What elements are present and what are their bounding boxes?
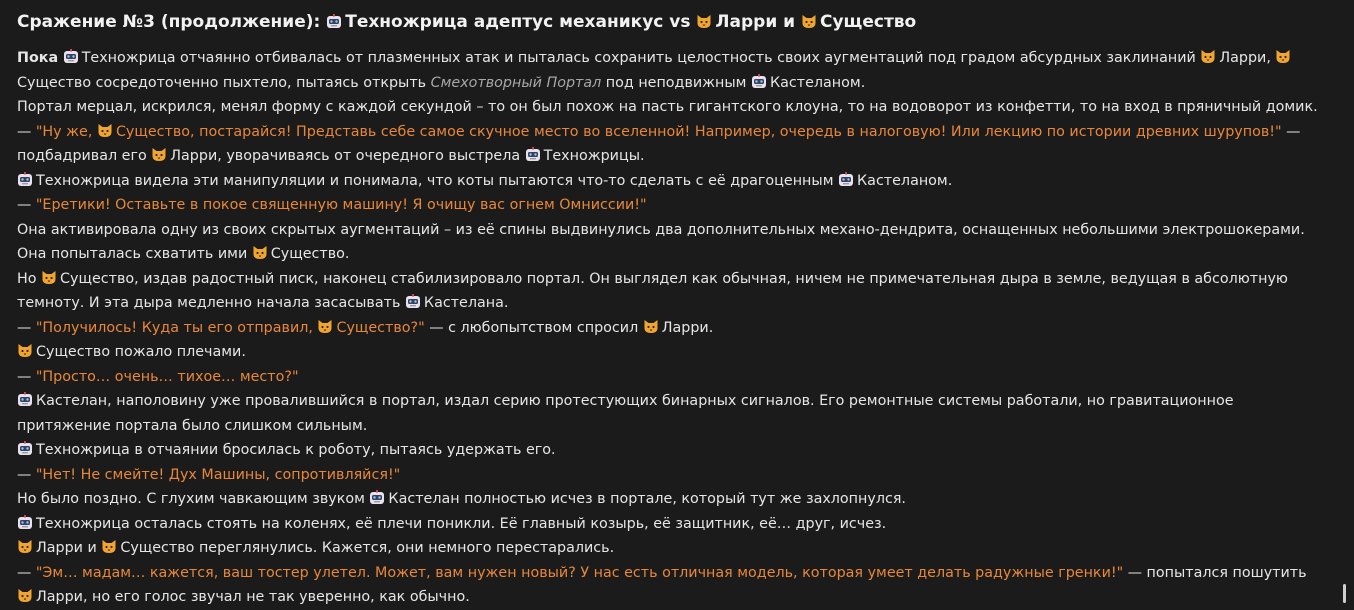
- text: Существо, издав радостный писк, наконец …: [17, 270, 1288, 312]
- robot-icon: [17, 441, 33, 456]
- text: Ларри, уворачиваясь от очередного выстре…: [170, 148, 525, 164]
- cat-icon: [1275, 49, 1291, 64]
- text: Техножрицы.: [543, 148, 645, 164]
- chat-message: Сражение №3 (продолжение): Техножрица ад…: [17, 8, 1327, 610]
- cat-icon: [41, 270, 57, 285]
- scrollbar-thumb[interactable]: [1343, 584, 1346, 603]
- paragraph-9: Существо пожало плечами.: [17, 340, 1327, 365]
- paragraph-6: Она активировала одну из своих скрытых а…: [17, 218, 1327, 267]
- title-part1: Техножрица адептус механикус vs: [345, 12, 697, 32]
- text: Ларри и: [36, 540, 102, 556]
- paragraph-7: Но Существо, издав радостный писк, након…: [17, 267, 1327, 316]
- paragraph-12: Техножрица в отчаянии бросилась к роботу…: [17, 438, 1327, 463]
- cat-icon: [17, 539, 33, 554]
- cat-icon: [696, 14, 712, 29]
- quote-text: "Получилось! Куда ты его отправил,: [35, 319, 318, 336]
- quote-text: Существо, постарайся! Представь себе сам…: [115, 123, 1282, 140]
- paragraph-14: Но было поздно. С глухим чавкающим звуко…: [17, 487, 1327, 512]
- bold-word: Пока: [17, 50, 59, 66]
- paragraph-8: — "Получилось! Куда ты его отправил, Сущ…: [17, 316, 1327, 341]
- text: Техножрица в отчаянии бросилась к роботу…: [36, 442, 556, 458]
- cat-icon: [252, 245, 268, 260]
- dash: —: [17, 197, 36, 213]
- robot-icon: [369, 490, 385, 505]
- cat-icon: [1200, 49, 1216, 64]
- dash: —: [17, 466, 36, 483]
- message-title: Сражение №3 (продолжение): Техножрица ад…: [17, 8, 1327, 36]
- dash: —: [17, 368, 36, 385]
- quote-text: Существо?": [336, 319, 425, 336]
- paragraph-11: Кастелан, наполовину уже провалившийся в…: [17, 389, 1327, 438]
- dash: —: [17, 123, 36, 140]
- text: Кастеланом.: [770, 74, 866, 91]
- paragraph-5: — "Еретики! Оставьте в покое священную м…: [17, 193, 1327, 218]
- text: Существо.: [270, 246, 350, 262]
- text: Она активировала одну из своих скрытых а…: [17, 221, 1305, 263]
- text: Ларри.: [661, 319, 714, 336]
- robot-icon: [326, 14, 342, 29]
- text: Но: [17, 270, 42, 287]
- paragraph-2: Портал мерцал, искрился, менял форму с к…: [17, 99, 1318, 115]
- text: Кастелан полностью исчез в портале, кото…: [388, 491, 906, 507]
- paragraph-3: — "Ну же, Существо, постарайся! Представ…: [17, 120, 1327, 169]
- text: Существо сосредоточенно пыхтело, пытаясь…: [17, 74, 431, 91]
- text: Кастеланом.: [857, 172, 953, 189]
- dash: —: [17, 319, 36, 336]
- cat-icon: [317, 319, 333, 334]
- title-prefix: Сражение №3 (продолжение):: [17, 12, 327, 32]
- quote-text: "Эм… мадам… кажется, ваш тостер улетел. …: [35, 564, 1124, 581]
- paragraph-17: — "Эм… мадам… кажется, ваш тостер улетел…: [17, 561, 1327, 610]
- text: Существо пожало плечами.: [36, 344, 246, 360]
- text: Техножрица видела эти манипуляции и пони…: [36, 172, 839, 189]
- text: Но было поздно. С глухим чавкающим звуко…: [17, 491, 370, 507]
- text: Ларри, но его голос звучал не так уверен…: [36, 589, 470, 605]
- text: Техножрица осталась стоять на коленях, е…: [36, 515, 887, 532]
- robot-icon: [17, 171, 33, 187]
- text: под неподвижным: [601, 74, 752, 91]
- quote-text: "Нет! Не смейте! Дух Машины, сопротивляй…: [35, 466, 401, 483]
- cat-icon: [801, 14, 817, 29]
- cat-icon: [97, 123, 113, 138]
- paragraph-4: Техножрица видела эти манипуляции и пони…: [17, 169, 1327, 194]
- text: Кастелан, наполовину уже провалившийся в…: [17, 393, 1234, 434]
- robot-icon: [405, 294, 421, 309]
- dash: —: [17, 564, 36, 581]
- robot-icon: [838, 171, 854, 187]
- quote-text: "Ну же,: [35, 123, 97, 140]
- text: Ларри,: [1219, 50, 1276, 66]
- text: — с любопытством спросил: [424, 319, 643, 336]
- robot-icon: [751, 73, 767, 89]
- robot-icon: [17, 514, 33, 530]
- text: Существо переглянулись. Кажется, они нем…: [120, 540, 615, 556]
- text: Кастелана.: [423, 295, 509, 311]
- cat-icon: [17, 588, 33, 603]
- robot-icon: [525, 147, 541, 162]
- title-part2: Ларри и: [715, 12, 801, 32]
- cat-icon: [17, 343, 33, 358]
- paragraph-1: Пока Техножрица отчаянно отбивалась от п…: [17, 46, 1327, 95]
- paragraph-15: Техножрица осталась стоять на коленях, е…: [17, 512, 1327, 537]
- text: Техножрица отчаянно отбивалась от плазме…: [81, 50, 1201, 66]
- cat-icon: [151, 147, 167, 162]
- robot-icon: [17, 392, 33, 407]
- cat-icon: [643, 319, 659, 334]
- paragraph-13: — "Нет! Не смейте! Дух Машины, сопротивл…: [17, 463, 1327, 488]
- italic-text: Смехотворный Портал: [430, 74, 602, 91]
- title-part3: Существо: [819, 12, 917, 32]
- robot-icon: [63, 49, 79, 64]
- paragraph-10: — "Просто… очень… тихое… место?": [17, 365, 1327, 390]
- text: — попытался пошутить: [1123, 564, 1307, 581]
- quote-text: "Просто… очень… тихое… место?": [35, 368, 299, 385]
- paragraph-16: Ларри и Существо переглянулись. Кажется,…: [17, 536, 1327, 561]
- quote-text: "Еретики! Оставьте в покое священную маш…: [35, 197, 647, 213]
- cat-icon: [101, 539, 117, 554]
